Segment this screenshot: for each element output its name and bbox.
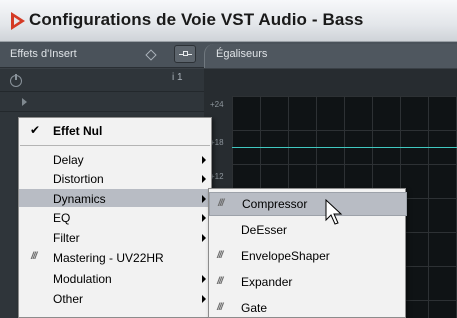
menu-item-label: Filter: [53, 231, 80, 245]
menu-separator: [20, 145, 210, 146]
insert-effects-menu: ✔ Effet Nul Delay Distortion Dynamics EQ…: [18, 117, 212, 318]
submenu-arrow-icon: [202, 295, 206, 303]
submenu-item-label: DeEsser: [241, 223, 288, 237]
submenu-arrow-icon: [202, 175, 206, 183]
menu-item-label: EQ: [53, 211, 71, 225]
power-icon[interactable]: [10, 74, 22, 87]
db-scale-label: +24: [210, 100, 224, 109]
menu-item-filter[interactable]: Filter: [19, 228, 211, 246]
dynamics-submenu: /// Compressor DeEsser /// EnvelopeShape…: [208, 188, 407, 318]
submenu-item-gate[interactable]: /// Gate: [209, 297, 405, 317]
plugin-icon: ///: [217, 250, 223, 261]
submenu-item-label: Gate: [241, 301, 268, 315]
menu-item-label: Dynamics: [53, 192, 106, 206]
menu-item-eq[interactable]: EQ: [19, 208, 211, 226]
mouse-cursor-icon: [325, 199, 343, 225]
menu-item-delay[interactable]: Delay: [19, 150, 211, 168]
menu-item-label: Mastering - UV22HR: [53, 251, 164, 265]
slot-divider: [0, 91, 204, 92]
plugin-icon: ///: [217, 276, 223, 287]
submenu-item-label: EnvelopeShaper: [241, 249, 330, 263]
menu-item-label: Distortion: [53, 172, 104, 186]
menu-item-effet-nul[interactable]: ✔ Effet Nul: [19, 121, 211, 143]
submenu-arrow-icon: [202, 156, 206, 164]
bypass-icon: [179, 51, 192, 56]
menu-item-label: Other: [53, 292, 84, 306]
submenu-item-envelopeshaper[interactable]: /// EnvelopeShaper: [209, 245, 405, 267]
menu-item-mastering-uv22hr[interactable]: /// Mastering - UV22HR: [19, 248, 211, 266]
submenu-arrow-icon: [202, 275, 206, 283]
plugin-icon: ///: [218, 198, 224, 209]
plugin-icon: ///: [217, 302, 223, 313]
db-scale-label: +12: [210, 172, 224, 181]
submenu-arrow-icon: [202, 214, 206, 222]
submenu-arrow-icon: [202, 234, 206, 242]
eq-curve-line: [232, 147, 457, 148]
menu-item-label: Modulation: [53, 272, 112, 286]
window-title: Configurations de Voie VST Audio - Bass: [29, 10, 364, 29]
eq-section-label: Égaliseurs: [216, 48, 268, 60]
plugin-icon: ///: [31, 251, 37, 262]
inserts-section-label[interactable]: Effets d'Insert: [10, 48, 77, 60]
slot-expand-arrow-icon[interactable]: [22, 98, 27, 106]
submenu-item-label: Compressor: [242, 197, 308, 211]
submenu-item-compressor[interactable]: /// Compressor: [209, 192, 407, 216]
menu-item-modulation[interactable]: Modulation: [19, 269, 211, 287]
cubase-logo-icon: [11, 12, 25, 30]
submenu-arrow-icon: [202, 195, 206, 203]
menu-item-label: Delay: [53, 153, 84, 167]
submenu-item-deesser[interactable]: DeEsser: [209, 219, 405, 241]
submenu-item-expander[interactable]: /// Expander: [209, 271, 405, 293]
menu-item-dynamics[interactable]: Dynamics: [19, 189, 211, 207]
menu-item-label: Effet Nul: [53, 124, 103, 138]
checkmark-icon: ✔: [30, 123, 41, 137]
db-scale-label: +18: [210, 138, 224, 147]
slot-divider: [0, 111, 204, 112]
slot-number: i 1: [172, 72, 183, 83]
menu-item-distortion[interactable]: Distortion: [19, 169, 211, 187]
menu-item-other[interactable]: Other: [19, 289, 211, 307]
insert-bypass-button[interactable]: [174, 45, 196, 63]
submenu-item-label: Expander: [241, 275, 293, 289]
